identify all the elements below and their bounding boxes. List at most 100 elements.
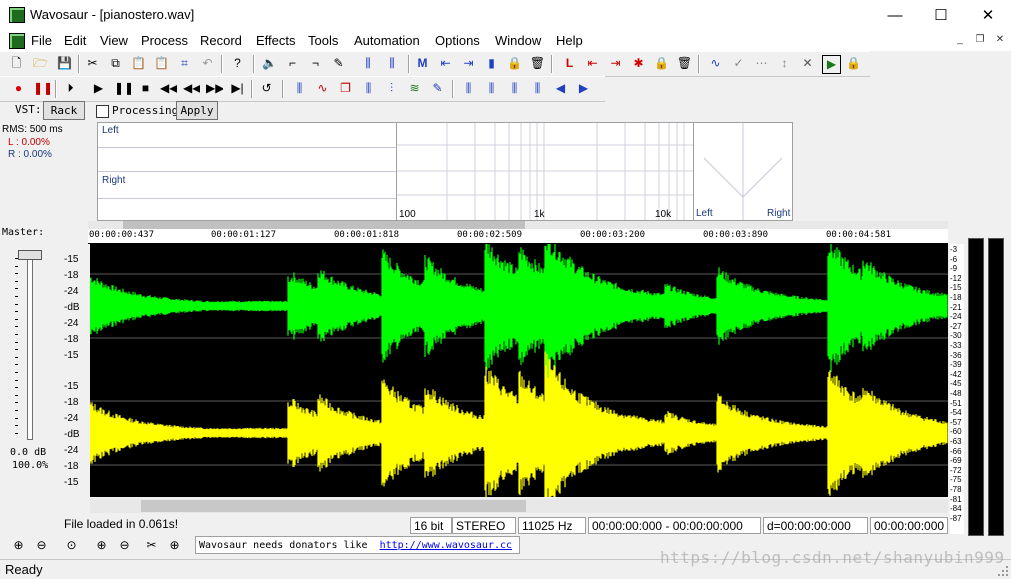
zoom-wave-3-icon[interactable]: ⫼ bbox=[506, 80, 523, 97]
apply-button[interactable]: Apply bbox=[176, 101, 218, 120]
speaker-icon[interactable]: 🔈 bbox=[261, 55, 278, 72]
waveform-scroll-thumb[interactable] bbox=[141, 500, 526, 512]
master-volume-track[interactable] bbox=[27, 250, 33, 440]
draw-icon[interactable]: ✎ bbox=[429, 80, 446, 97]
master-volume-thumb[interactable] bbox=[18, 250, 42, 260]
zoom-selection-icon[interactable]: ⊕ bbox=[93, 537, 110, 554]
forward-icon[interactable]: ▶▶ bbox=[206, 80, 223, 97]
view-wave-icon[interactable]: ⫼ bbox=[291, 80, 308, 97]
loop-icon[interactable]: ↺ bbox=[258, 80, 275, 97]
copy-icon[interactable]: ⧉ bbox=[107, 55, 124, 72]
check-icon[interactable]: ✓ bbox=[730, 55, 747, 72]
spectrum-icon[interactable]: ∿ bbox=[314, 80, 331, 97]
menu-edit[interactable]: Edit bbox=[64, 33, 86, 48]
channel-db-label: -dB bbox=[64, 429, 80, 440]
fade-in-icon[interactable]: ⌐ bbox=[284, 55, 301, 72]
overlay-icon[interactable]: ❐ bbox=[337, 80, 354, 97]
menu-automation[interactable]: Automation bbox=[354, 33, 420, 48]
help-icon[interactable]: ? bbox=[229, 55, 246, 72]
zoom-vertical-icon[interactable]: ⊖ bbox=[116, 537, 133, 554]
slider-tick bbox=[15, 341, 18, 343]
menu-options[interactable]: Options bbox=[435, 33, 480, 48]
zero-cross-icon[interactable]: ⫶ bbox=[383, 80, 400, 97]
open-folder-icon[interactable]: 🗁 bbox=[32, 55, 49, 72]
record-pause-icon[interactable]: ❚❚ bbox=[33, 80, 50, 97]
menu-help[interactable]: Help bbox=[556, 33, 583, 48]
delete-loop-icon[interactable]: 🗑 bbox=[676, 55, 693, 72]
play-from-start-icon[interactable]: ⏵ bbox=[62, 80, 79, 97]
menu-record[interactable]: Record bbox=[200, 33, 242, 48]
record-icon[interactable]: ● bbox=[10, 80, 27, 97]
back-icon[interactable]: ◀◀ bbox=[183, 80, 200, 97]
zoom-wave-2-icon[interactable]: ⫼ bbox=[483, 80, 500, 97]
mdi-restore-button[interactable]: ❐ bbox=[972, 33, 988, 47]
stop-icon[interactable]: ■ bbox=[137, 80, 154, 97]
zoom-full-icon[interactable]: ⊙ bbox=[63, 537, 80, 554]
zoom-wave-icon[interactable]: ⫼ bbox=[460, 80, 477, 97]
donation-link[interactable]: http://www.wavosaur.cc bbox=[380, 540, 512, 551]
loop-range-icon[interactable]: ✱ bbox=[630, 55, 647, 72]
vu-scale-label: -18 bbox=[950, 293, 962, 302]
menu-tools[interactable]: Tools bbox=[308, 33, 338, 48]
cancel-icon[interactable]: ✕ bbox=[799, 55, 816, 72]
go-to-end-icon[interactable]: ▶| bbox=[229, 80, 246, 97]
zoom-wave-4-icon[interactable]: ⫼ bbox=[529, 80, 546, 97]
undo-icon[interactable]: ↶ bbox=[199, 55, 216, 72]
mdi-close-button[interactable]: ✕ bbox=[992, 33, 1008, 47]
document-icon[interactable] bbox=[9, 33, 25, 49]
loop-start-icon[interactable]: ⇤ bbox=[584, 55, 601, 72]
close-button[interactable]: ✕ bbox=[965, 0, 1011, 31]
mdi-minimize-button[interactable]: _ bbox=[952, 33, 968, 47]
waveform-view[interactable] bbox=[90, 244, 948, 497]
resize-grip-icon[interactable] bbox=[998, 566, 1008, 576]
minimize-button[interactable]: — bbox=[872, 0, 918, 31]
scissors-icon[interactable]: ✂ bbox=[143, 537, 160, 554]
loop-end-icon[interactable]: ⇥ bbox=[607, 55, 624, 72]
marker-prev-icon[interactable]: ⇤ bbox=[437, 55, 454, 72]
pause-icon[interactable]: ❚❚ bbox=[114, 80, 131, 97]
overview-scroll-thumb[interactable] bbox=[123, 221, 525, 229]
app-logo-icon[interactable] bbox=[9, 7, 25, 23]
maximize-button[interactable]: ☐ bbox=[918, 0, 964, 31]
updown-icon[interactable]: ↕ bbox=[776, 55, 793, 72]
paste-icon[interactable]: 📋 bbox=[130, 55, 147, 72]
snap-icon[interactable]: ≋ bbox=[406, 80, 423, 97]
loop-lock-icon[interactable]: 🔒 bbox=[653, 55, 670, 72]
timeline-ruler[interactable]: 00:00:00:437 00:00:01:127 00:00:01:818 0… bbox=[88, 229, 948, 244]
new-file-icon[interactable]: 🗋 bbox=[8, 55, 25, 72]
dots-icon[interactable]: ⋯ bbox=[753, 55, 770, 72]
amplify-icon[interactable]: ⫼ bbox=[382, 55, 402, 72]
rack-button[interactable]: Rack bbox=[43, 101, 85, 120]
vst-label: VST: bbox=[15, 103, 42, 116]
select-left-icon[interactable]: ◀ bbox=[552, 80, 569, 97]
loop-marker-icon[interactable]: L bbox=[561, 55, 578, 72]
paste-mix-icon[interactable]: 📋 bbox=[153, 55, 170, 72]
fade-out-icon[interactable]: ¬ bbox=[307, 55, 324, 72]
zoom-reset-icon[interactable]: ⊕ bbox=[166, 537, 183, 554]
lock-icon[interactable]: 🔒 bbox=[506, 55, 523, 72]
marker-range-icon[interactable]: ▮ bbox=[483, 55, 500, 72]
menu-view[interactable]: View bbox=[100, 33, 128, 48]
menu-window[interactable]: Window bbox=[495, 33, 541, 48]
normalize-icon[interactable]: ⫼ bbox=[358, 55, 378, 72]
zoom-out-icon[interactable]: ⊖ bbox=[33, 537, 50, 554]
pencil-tool-icon[interactable]: ✎ bbox=[330, 55, 347, 72]
processing-checkbox[interactable] bbox=[96, 105, 109, 118]
cut-icon[interactable]: ✂ bbox=[84, 55, 101, 72]
marker-next-icon[interactable]: ⇥ bbox=[460, 55, 477, 72]
menu-process[interactable]: Process bbox=[141, 33, 188, 48]
zoom-in-icon[interactable]: ⊕ bbox=[10, 537, 27, 554]
play-icon[interactable]: ▶ bbox=[90, 80, 107, 97]
play-envelope-icon[interactable]: ▶ bbox=[822, 55, 841, 74]
select-right-icon[interactable]: ▶ bbox=[575, 80, 592, 97]
envelope-lock-icon[interactable]: 🔒 bbox=[845, 55, 862, 72]
rewind-icon[interactable]: ◀◀ bbox=[160, 80, 177, 97]
menu-effects[interactable]: Effects bbox=[256, 33, 296, 48]
crop-icon[interactable]: ⌗ bbox=[176, 55, 193, 72]
save-icon[interactable]: 💾 bbox=[56, 55, 73, 72]
envelope-icon[interactable]: ∿ bbox=[707, 55, 724, 72]
menu-file[interactable]: File bbox=[31, 33, 52, 48]
delete-marker-icon[interactable]: 🗑 bbox=[529, 55, 546, 72]
stereo-view-icon[interactable]: ⫼ bbox=[360, 80, 377, 97]
marker-icon[interactable]: M bbox=[414, 55, 431, 72]
